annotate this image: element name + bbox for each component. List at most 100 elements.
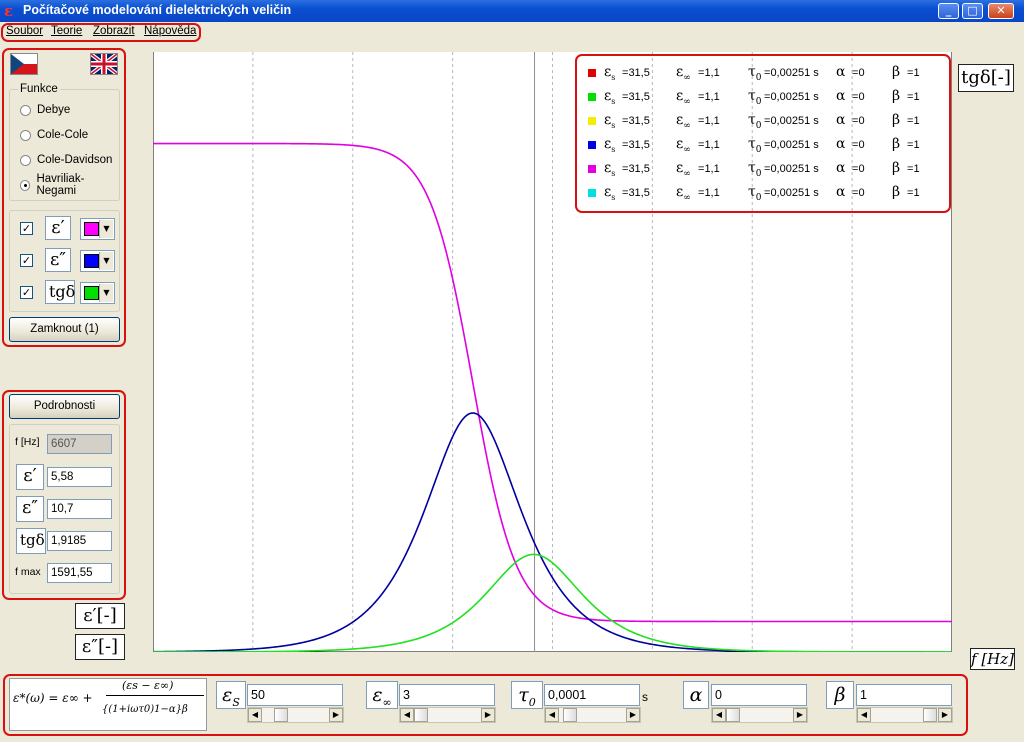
scroll-thumb[interactable]: [414, 708, 428, 722]
color-swatch: [84, 222, 99, 236]
color-picker-eps1[interactable]: ▼: [80, 218, 115, 240]
radio-circle[interactable]: [20, 179, 31, 191]
dropdown-arrow-icon[interactable]: ▼: [99, 220, 113, 238]
eps-inf-sym: ε∞: [676, 184, 691, 203]
beta-val: =1: [907, 91, 920, 103]
eps2-detail-field[interactable]: 10,7: [47, 499, 112, 519]
eps-inf-slider[interactable]: ◀ ▶: [399, 707, 496, 723]
radio-circle[interactable]: [20, 154, 31, 166]
beta-sym: β: [892, 88, 901, 104]
eps-s-val: =31,5: [622, 187, 650, 199]
scroll-right-icon[interactable]: ▶: [626, 708, 640, 722]
color-picker-tgd[interactable]: ▼: [80, 282, 115, 304]
beta-field[interactable]: 1: [856, 684, 952, 706]
alpha-slider[interactable]: ◀ ▶: [711, 707, 808, 723]
tau0-field[interactable]: 0,0001: [544, 684, 640, 706]
details-button[interactable]: Podrobnosti: [9, 394, 120, 419]
checkbox-eps1[interactable]: ✓: [20, 221, 33, 235]
checkbox-eps2[interactable]: ✓: [20, 253, 33, 267]
scroll-left-icon[interactable]: ◀: [545, 708, 559, 722]
eps1-symbol: ε′: [45, 216, 71, 240]
checkbox-tgd[interactable]: ✓: [20, 285, 33, 299]
radio-circle[interactable]: [20, 129, 31, 141]
eps-s-field[interactable]: 50: [247, 684, 343, 706]
eps-s-val: =31,5: [622, 139, 650, 151]
eps-inf-val: =1,1: [698, 67, 720, 79]
scroll-right-icon[interactable]: ▶: [793, 708, 807, 722]
scroll-thumb[interactable]: [274, 708, 288, 722]
lock-button[interactable]: Zamknout (1): [9, 317, 120, 342]
eps-s-val: =31,5: [622, 67, 650, 79]
scroll-left-icon[interactable]: ◀: [248, 708, 262, 722]
radio-havriliak-negami[interactable]: Havriliak-Negami: [20, 173, 119, 197]
color-picker-eps2[interactable]: ▼: [80, 250, 115, 272]
beta-val: =1: [907, 139, 920, 151]
eps1-axis-label: ε′[-]: [75, 603, 125, 629]
eps-s-sym: εs: [604, 136, 616, 154]
uk-flag-icon[interactable]: [90, 53, 118, 75]
eps-inf-val: =1,1: [698, 139, 720, 151]
scroll-left-icon[interactable]: ◀: [857, 708, 871, 722]
menu-highlight: [1, 23, 201, 42]
radio-cole-davidson[interactable]: Cole-Davidson: [20, 152, 112, 168]
eps1-detail-field[interactable]: 5,58: [47, 467, 112, 487]
eps-inf-val: =1,1: [698, 187, 720, 199]
scroll-right-icon[interactable]: ▶: [329, 708, 343, 722]
alpha-sym: α: [836, 112, 846, 128]
scroll-right-icon[interactable]: ▶: [481, 708, 495, 722]
dropdown-arrow-icon[interactable]: ▼: [99, 252, 113, 270]
scroll-thumb[interactable]: [726, 708, 740, 722]
eps2-axis-label: ε″[-]: [75, 634, 125, 660]
tau0-sym: τ0: [748, 64, 762, 83]
radio-circle[interactable]: [20, 104, 31, 116]
legend-row: εs =31,5 ε∞ =1,1 τ0 =0,00251 s α =0 β =1: [580, 84, 950, 108]
alpha-val: =0: [852, 163, 865, 175]
alpha-val: =0: [852, 91, 865, 103]
beta-sym: β: [892, 184, 901, 200]
color-swatch: [84, 286, 99, 300]
eps-s-sym: εs: [604, 184, 616, 202]
radio-debye[interactable]: Debye: [20, 102, 70, 118]
dropdown-arrow-icon[interactable]: ▼: [99, 284, 113, 302]
eps-s-sym: εs: [604, 160, 616, 178]
beta-sym: β: [892, 136, 901, 152]
formula-numerator: (εs − ε∞): [122, 679, 174, 692]
title-bar[interactable]: ε Počítačové modelování dielektrických v…: [0, 0, 1024, 22]
fmax-field[interactable]: 1591,55: [47, 563, 112, 583]
eps-s-slider[interactable]: ◀ ▶: [247, 707, 344, 723]
legend-row: εs =31,5 ε∞ =1,1 τ0 =0,00251 s α =0 β =1: [580, 108, 950, 132]
tau0-sym: τ0: [748, 112, 762, 131]
app-window: ε Počítačové modelování dielektrických v…: [0, 0, 1024, 742]
alpha-val: =0: [852, 187, 865, 199]
alpha-sym: α: [836, 136, 846, 152]
tau0-slider[interactable]: ◀ ▶: [544, 707, 641, 723]
radio-cole-cole[interactable]: Cole-Cole: [20, 127, 88, 143]
minimize-button[interactable]: _: [938, 3, 959, 19]
eps-s-sym: εs: [604, 88, 616, 106]
color-swatch: [84, 254, 99, 268]
legend-row: εs =31,5 ε∞ =1,1 τ0 =0,00251 s α =0 β =1: [580, 60, 950, 84]
beta-val: =1: [907, 187, 920, 199]
freq-label: f [Hz]: [15, 436, 40, 448]
scroll-right-icon[interactable]: ▶: [938, 708, 952, 722]
funkce-group: Funkce Debye Cole-Cole Cole-Davidson Hav…: [9, 83, 120, 201]
close-button[interactable]: ✕: [988, 3, 1014, 19]
alpha-field[interactable]: 0: [711, 684, 807, 706]
scroll-thumb[interactable]: [563, 708, 577, 722]
freq-axis-label: f [Hz]: [970, 648, 1015, 670]
maximize-button[interactable]: □: [962, 3, 983, 19]
eps-inf-val: =1,1: [698, 115, 720, 127]
tgd-detail-symbol: tgδ: [16, 528, 46, 554]
eps2-detail-symbol: ε″: [16, 496, 44, 522]
eps-inf-field[interactable]: 3: [399, 684, 495, 706]
scroll-thumb[interactable]: [923, 708, 937, 722]
tgd-detail-field[interactable]: 1,9185: [47, 531, 112, 551]
scroll-left-icon[interactable]: ◀: [712, 708, 726, 722]
beta-slider[interactable]: ◀ ▶: [856, 707, 953, 723]
legend-row: εs =31,5 ε∞ =1,1 τ0 =0,00251 s α =0 β =1: [580, 180, 950, 204]
beta-sym: β: [892, 112, 901, 128]
legend-row: εs =31,5 ε∞ =1,1 τ0 =0,00251 s α =0 β =1: [580, 132, 950, 156]
scroll-left-icon[interactable]: ◀: [400, 708, 414, 722]
window-title: Počítačové modelování dielektrických vel…: [23, 3, 292, 17]
czech-flag-icon[interactable]: [10, 53, 38, 75]
